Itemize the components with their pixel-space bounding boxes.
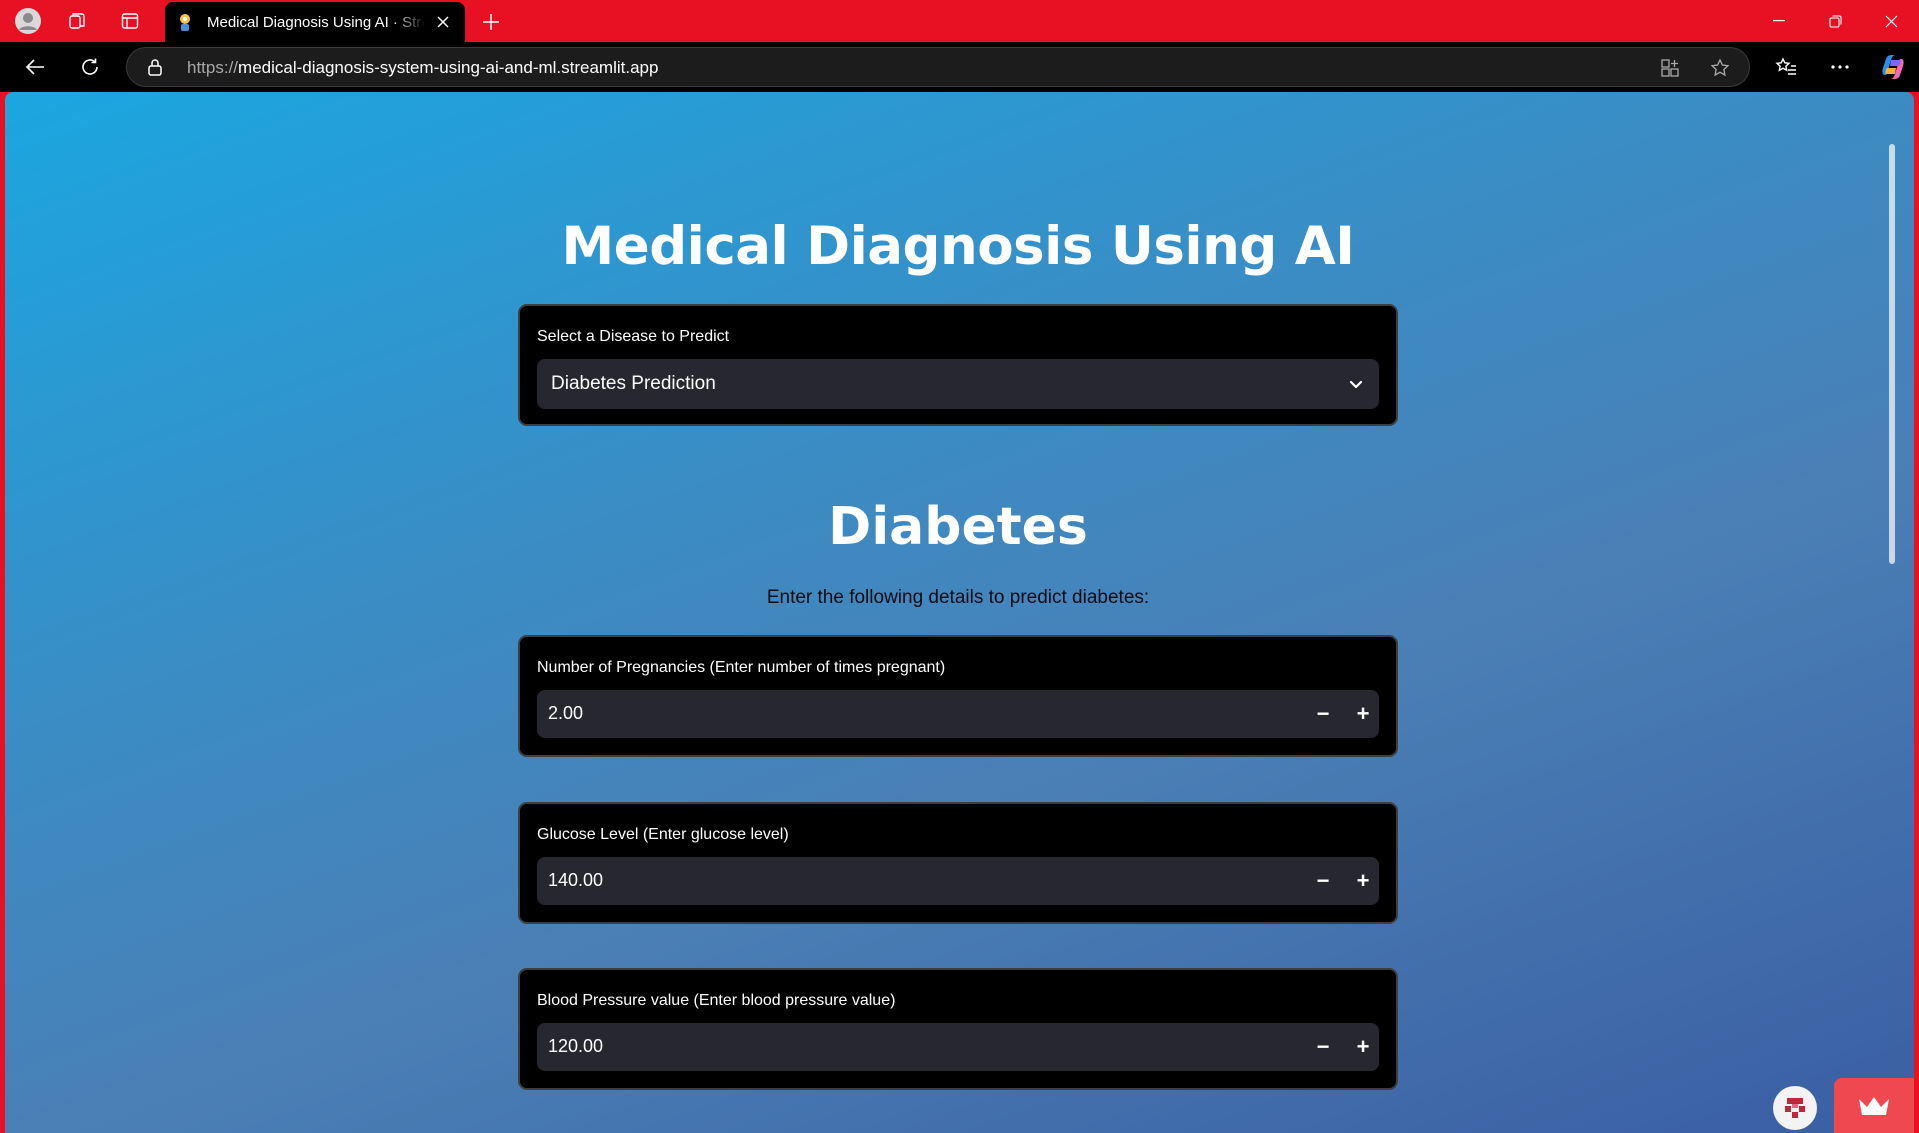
section-title: Diabetes — [828, 497, 1088, 557]
tab-active[interactable]: Medical Diagnosis Using AI · Streamlit — [165, 2, 465, 42]
pregnancies-value[interactable]: 2.00 — [548, 703, 583, 724]
app-available-icon[interactable] — [1657, 55, 1683, 81]
decrement-button[interactable]: − — [1307, 698, 1339, 730]
browser-title-bar: Medical Diagnosis Using AI · Streamlit — [0, 0, 1919, 42]
vertical-tabs-icon[interactable] — [115, 6, 145, 36]
restore-icon[interactable] — [1807, 0, 1863, 42]
url-scheme: https:// — [187, 58, 239, 77]
streamlit-favicon-icon — [175, 12, 195, 32]
tab-title: Medical Diagnosis Using AI · Streamlit — [207, 13, 425, 31]
favorites-list-icon[interactable] — [1770, 51, 1802, 83]
glucose-value[interactable]: 140.00 — [548, 870, 603, 891]
input-card-blood-pressure: Blood Pressure value (Enter blood pressu… — [518, 968, 1398, 1090]
disease-select-value: Diabetes Prediction — [551, 373, 716, 394]
disease-select-card: Select a Disease to Predict Diabetes Pre… — [518, 304, 1398, 426]
input-card-glucose: Glucose Level (Enter glucose level) 140.… — [518, 802, 1398, 924]
chevron-down-icon — [1347, 375, 1365, 393]
close-icon[interactable] — [431, 10, 455, 34]
window-close-icon[interactable] — [1863, 0, 1919, 42]
blood-pressure-value[interactable]: 120.00 — [548, 1036, 603, 1057]
workspaces-icon[interactable] — [62, 6, 92, 36]
decrement-button[interactable]: − — [1307, 865, 1339, 897]
disease-select-dropdown[interactable]: Diabetes Prediction — [537, 359, 1379, 409]
blood-pressure-input[interactable]: 120.00 − + — [537, 1023, 1379, 1071]
disease-select-label: Select a Disease to Predict — [537, 328, 730, 345]
app-owner-avatar-icon[interactable] — [1773, 1086, 1817, 1130]
url-host: medical-diagnosis-system-using-ai-and-ml… — [238, 58, 659, 77]
input-card-pregnancies: Number of Pregnancies (Enter number of t… — [518, 635, 1398, 757]
streamlit-crown-icon[interactable] — [1834, 1078, 1914, 1133]
glucose-input[interactable]: 140.00 − + — [537, 857, 1379, 905]
glucose-label: Glucose Level (Enter glucose level) — [537, 826, 789, 843]
browser-toolbar: https://medical-diagnosis-system-using-a… — [0, 42, 1919, 92]
pregnancies-label: Number of Pregnancies (Enter number of t… — [537, 659, 946, 676]
lock-icon[interactable] — [147, 58, 165, 76]
page-title: Medical Diagnosis Using AI — [561, 216, 1355, 277]
blood-pressure-label: Blood Pressure value (Enter blood pressu… — [537, 992, 896, 1009]
address-bar[interactable]: https://medical-diagnosis-system-using-a… — [126, 47, 1750, 87]
increment-button[interactable]: + — [1347, 865, 1379, 897]
favorite-star-icon[interactable] — [1707, 55, 1733, 81]
page-viewport: Medical Diagnosis Using AI Select a Dise… — [5, 92, 1914, 1133]
url-text[interactable]: https://medical-diagnosis-system-using-a… — [187, 58, 658, 78]
minimize-icon[interactable] — [1751, 0, 1807, 42]
refresh-icon[interactable] — [74, 51, 106, 83]
section-description: Enter the following details to predict d… — [766, 587, 1150, 608]
back-arrow-icon[interactable] — [19, 51, 51, 83]
profile-avatar-icon[interactable] — [13, 6, 43, 36]
increment-button[interactable]: + — [1347, 698, 1379, 730]
page-scrollbar[interactable] — [1889, 144, 1895, 564]
copilot-icon[interactable] — [1877, 51, 1909, 83]
pregnancies-input[interactable]: 2.00 − + — [537, 690, 1379, 738]
decrement-button[interactable]: − — [1307, 1031, 1339, 1063]
increment-button[interactable]: + — [1347, 1031, 1379, 1063]
new-tab-plus-icon[interactable] — [476, 7, 506, 37]
more-options-icon[interactable] — [1824, 51, 1856, 83]
